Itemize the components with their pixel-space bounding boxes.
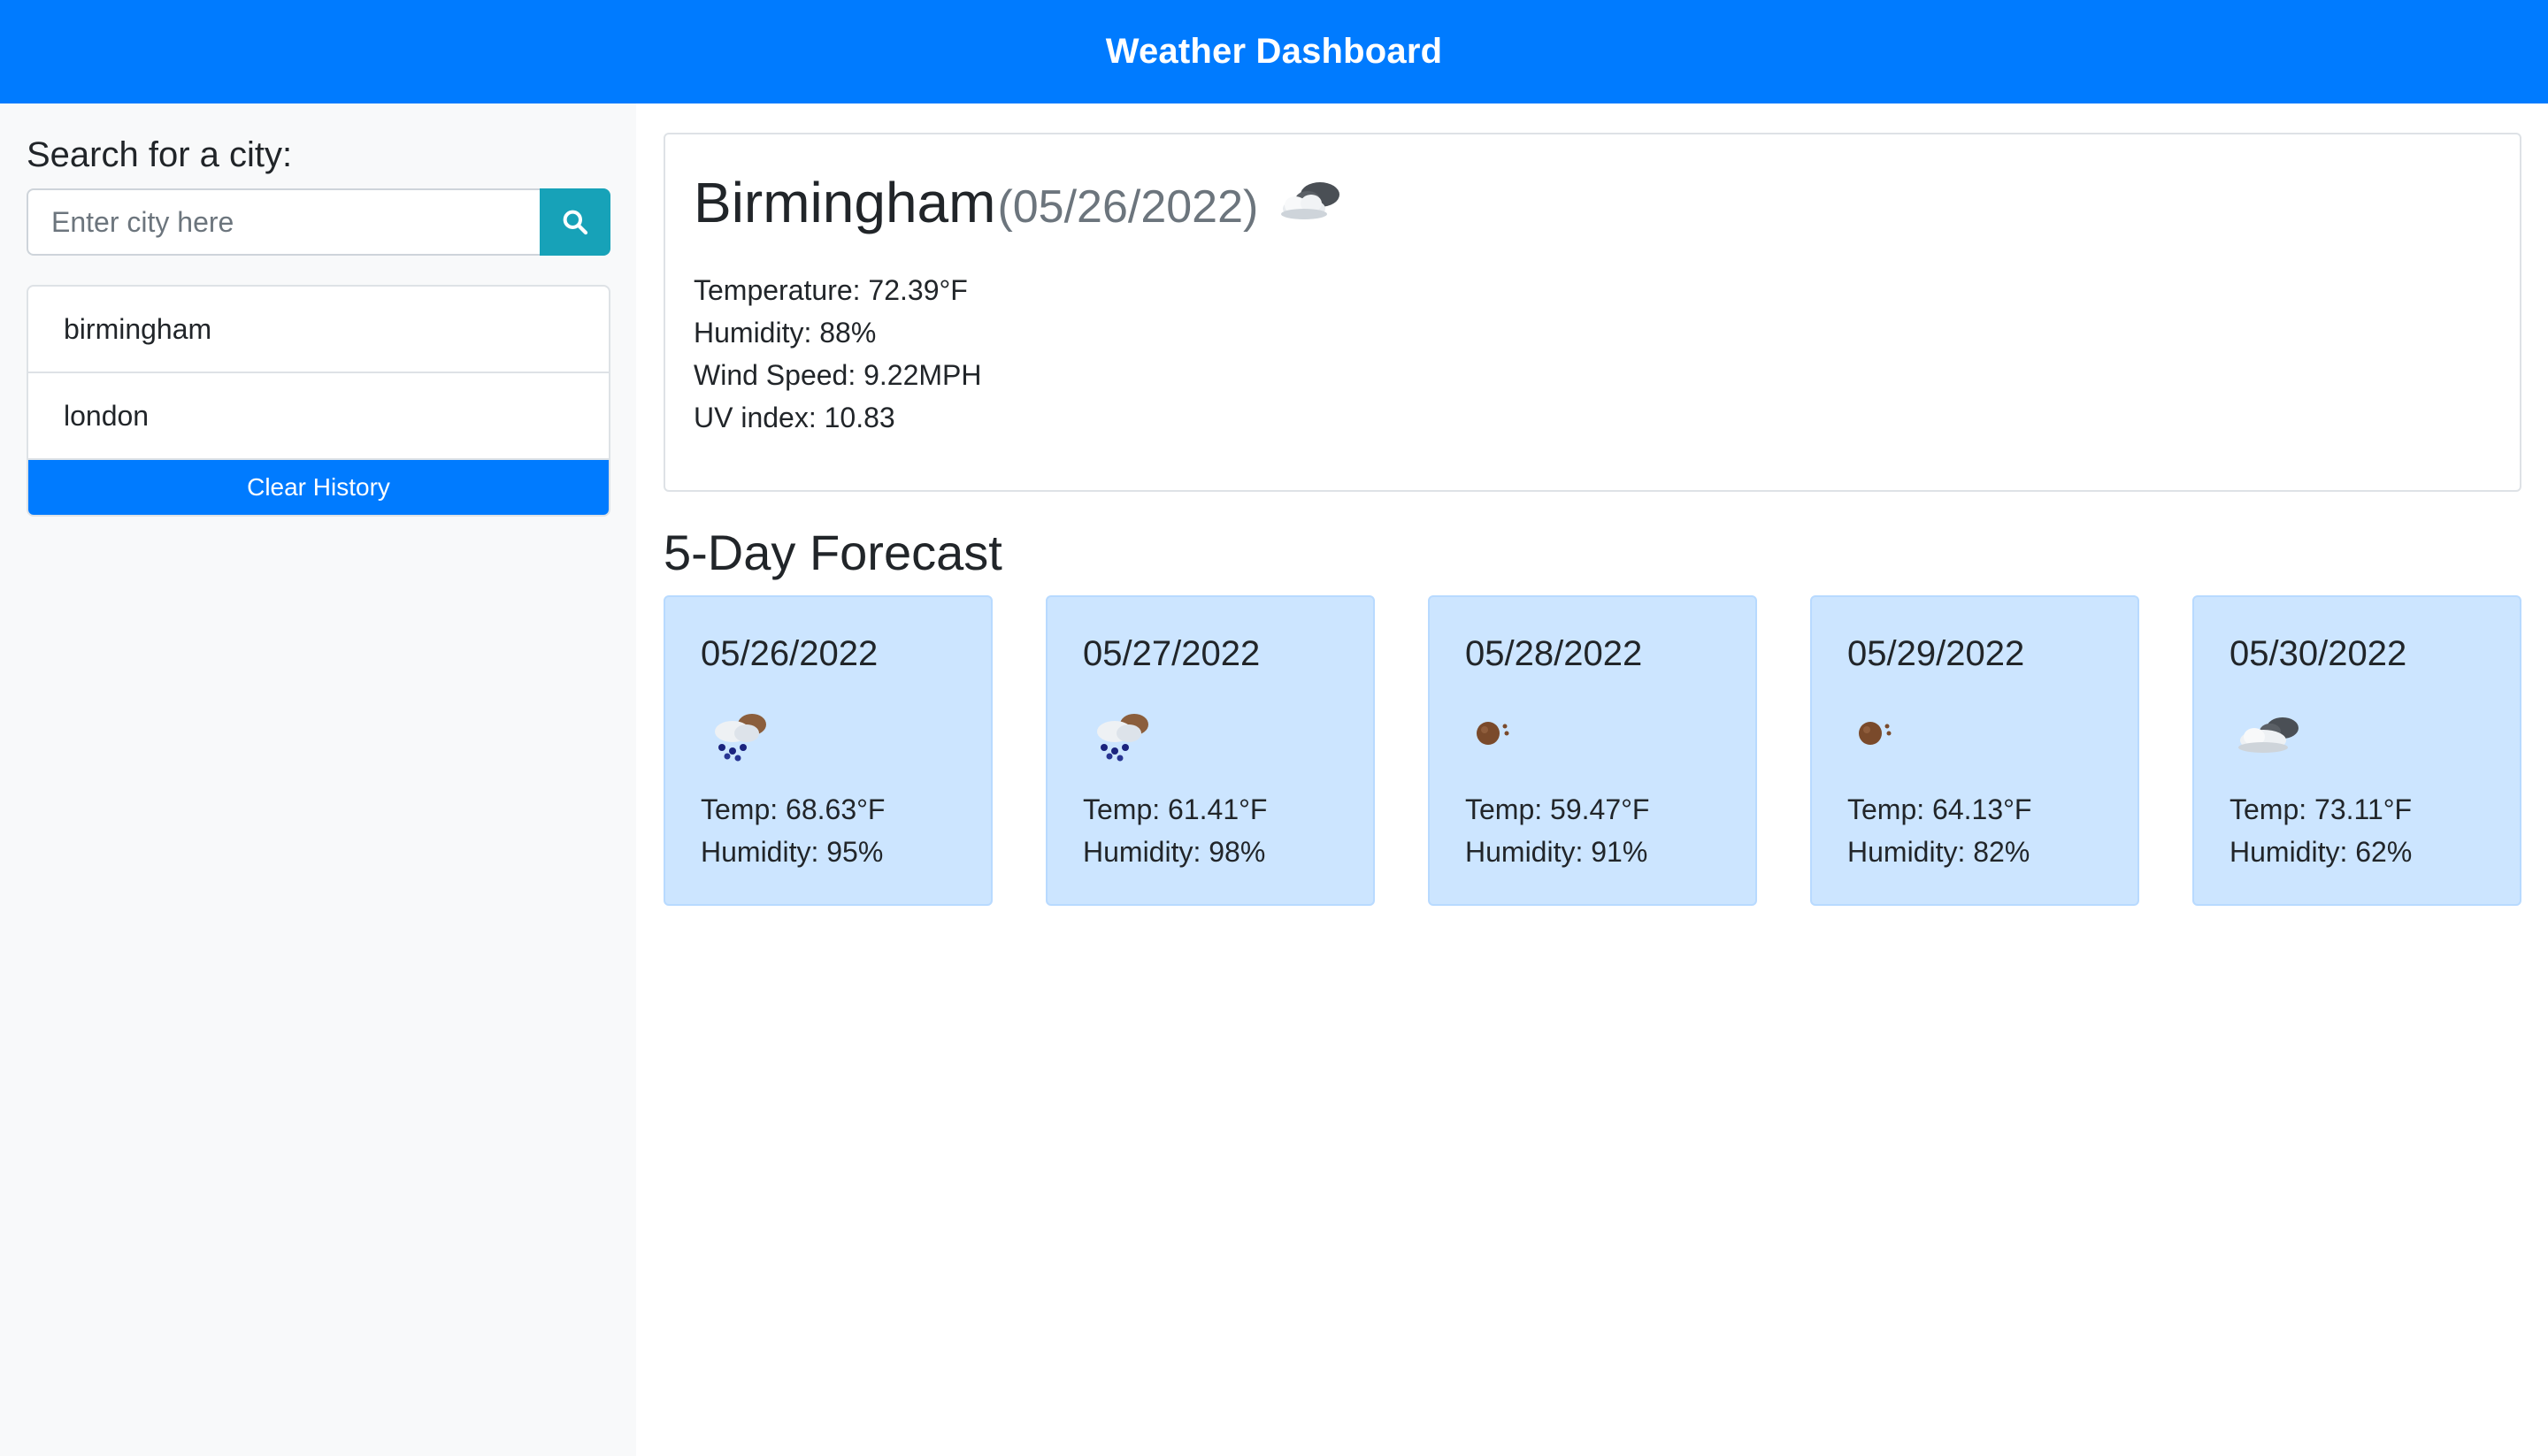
forecast-card: 05/28/2022 Temp: 59.47°F Humidity: 91% — [1428, 595, 1757, 906]
search-button[interactable] — [540, 188, 610, 256]
rain-icon — [715, 714, 766, 762]
search-history-list: birmingham london Clear History — [27, 285, 610, 517]
current-temperature: Temperature: 72.39°F — [694, 274, 968, 306]
search-label: Search for a city: — [27, 135, 293, 174]
forecast-humidity: Humidity: 62% — [2230, 836, 2413, 868]
forecast-humidity: Humidity: 91% — [1465, 836, 1648, 868]
forecast-temp: Temp: 61.41°F — [1083, 793, 1268, 825]
forecast-humidity: Humidity: 82% — [1847, 836, 2030, 868]
forecast-date: 05/27/2022 — [1083, 634, 1261, 673]
forecast-date: 05/26/2022 — [701, 634, 879, 673]
forecast-date: 05/28/2022 — [1465, 634, 1643, 673]
current-weather-header: Birmingham (05/26/2022) — [694, 170, 1350, 235]
app-title: Weather Dashboard — [1105, 32, 1443, 71]
clear-sky-icon — [1477, 722, 1509, 745]
forecast-card: 05/27/2022 Temp: 61.41°F Humidity: 98% — [1046, 595, 1375, 906]
current-uv-index: UV index: 10.83 — [694, 402, 895, 433]
forecast-card: 05/30/2022 Temp: 73.11°F Humidity: 62% — [2192, 595, 2521, 906]
clear-history-button[interactable]: Clear History — [28, 460, 609, 515]
forecast-temp: Temp: 73.11°F — [2230, 793, 2413, 825]
forecast-humidity: Humidity: 95% — [701, 836, 884, 868]
forecast-card: 05/26/2022 Temp: 68.63°F Humidity: 95% — [664, 595, 993, 906]
current-date: (05/26/2022) — [997, 181, 1259, 233]
current-humidity: Humidity: 88% — [694, 317, 877, 349]
current-stats: Temperature: 72.39°F Humidity: 88% Wind … — [694, 269, 982, 439]
history-item-london[interactable]: london — [28, 373, 609, 460]
forecast-title: 5-Day Forecast — [664, 525, 1002, 580]
search-icon — [563, 210, 588, 235]
forecast-temp: Temp: 64.13°F — [1847, 793, 2032, 825]
history-item-birmingham[interactable]: birmingham — [28, 287, 609, 373]
forecast-date: 05/29/2022 — [1847, 634, 2025, 673]
forecast-temp: Temp: 68.63°F — [701, 793, 886, 825]
forecast-humidity: Humidity: 98% — [1083, 836, 1266, 868]
forecast-temp: Temp: 59.47°F — [1465, 793, 1650, 825]
forecast-card: 05/29/2022 Temp: 64.13°F Humidity: 82% — [1810, 595, 2139, 906]
broken-clouds-icon — [2238, 717, 2299, 753]
current-weather-card: Birmingham (05/26/2022) Temperature: 72.… — [664, 133, 2521, 492]
city-name: Birmingham — [694, 171, 996, 234]
search-form — [27, 188, 610, 256]
forecast-date: 05/30/2022 — [2230, 634, 2407, 673]
sidebar: Search for a city: birmingham london Cle… — [0, 103, 636, 1456]
rain-icon — [1097, 714, 1148, 762]
clear-sky-icon — [1859, 722, 1892, 745]
search-input[interactable] — [27, 188, 540, 256]
top-navbar: Weather Dashboard — [0, 0, 2548, 103]
broken-clouds-icon — [1270, 173, 1350, 233]
current-wind-speed: Wind Speed: 9.22MPH — [694, 359, 982, 391]
